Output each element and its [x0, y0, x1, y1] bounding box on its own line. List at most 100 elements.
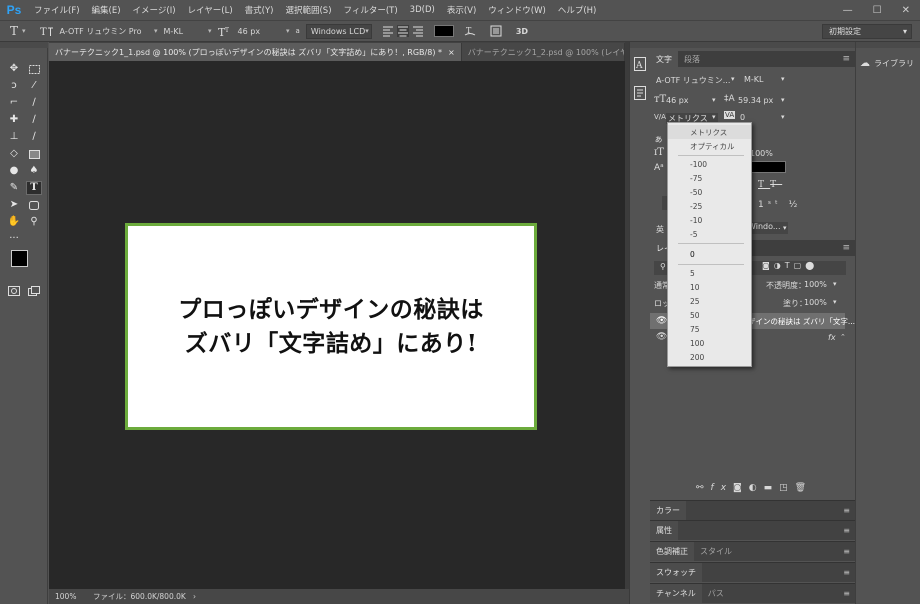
eraser-tool-icon[interactable]: ◇ — [6, 147, 22, 161]
kerning-option-zero[interactable]: 0 — [668, 247, 751, 261]
marquee-tool-icon[interactable] — [26, 62, 42, 76]
document-canvas[interactable]: プロっぽいデザインの秘訣は ズバリ「文字詰め」にあり! — [49, 61, 625, 589]
chevron-down-icon[interactable]: ▾ — [781, 75, 785, 83]
kerning-option-minus50[interactable]: -50 — [668, 185, 751, 199]
font-size-select[interactable]: 46 px ▾ — [238, 23, 290, 39]
chevron-down-icon[interactable]: ▾ — [712, 96, 716, 104]
align-right-icon[interactable] — [412, 25, 424, 37]
panel-menu-icon[interactable]: ≡ — [842, 54, 855, 64]
dodge-tool-icon[interactable]: ♠ — [26, 164, 42, 178]
color-panel-tab[interactable]: カラー ≡ — [650, 500, 855, 520]
fraction-buttons[interactable]: 1ˢᵗ ½ — [758, 200, 801, 210]
menu-view[interactable]: 表示(V) — [441, 4, 482, 16]
kerning-option-minus5[interactable]: -5 — [668, 227, 751, 241]
align-left-icon[interactable] — [382, 25, 394, 37]
opacity-field[interactable]: 100% — [804, 280, 827, 289]
char-color-swatch[interactable] — [750, 161, 786, 173]
tab-character[interactable]: 文字 — [650, 51, 678, 67]
eyedropper-icon[interactable]: ∕ — [26, 96, 42, 110]
path-selection-icon[interactable]: ➤ — [6, 198, 22, 212]
new-layer-icon[interactable]: ◳ — [779, 483, 795, 493]
type-tool-icon[interactable]: T — [26, 181, 42, 195]
kerning-option-200[interactable]: 200 — [668, 350, 751, 364]
foreground-color-swatch[interactable] — [11, 250, 28, 267]
screen-mode-icon[interactable] — [26, 284, 42, 298]
kerning-option-10[interactable]: 10 — [668, 280, 751, 294]
minimize-button[interactable]: — — [843, 5, 853, 16]
menu-layer[interactable]: レイヤー(L) — [182, 4, 239, 16]
menu-edit[interactable]: 編集(E) — [86, 4, 127, 16]
tab-paragraph[interactable]: 段落 — [678, 51, 706, 67]
menu-3d[interactable]: 3D(D) — [404, 5, 441, 15]
menu-help[interactable]: ヘルプ(H) — [552, 4, 603, 16]
lasso-tool-icon[interactable]: ↄ — [6, 79, 22, 93]
kerning-option-optical[interactable]: オプティカル — [668, 139, 751, 153]
adjustment-icon[interactable]: ◐ — [749, 483, 764, 493]
panels-toggle-icon[interactable] — [490, 23, 502, 39]
gradient-tool-icon[interactable] — [26, 147, 42, 161]
char-antialias-select[interactable]: Windo... — [746, 222, 788, 234]
menu-image[interactable]: イメージ(I) — [127, 4, 182, 16]
kerning-option-metrics[interactable]: メトリクス — [668, 125, 751, 139]
paragraph-panel-icon[interactable] — [634, 86, 646, 100]
language-select-icon[interactable]: 英 — [656, 224, 664, 235]
chevron-down-icon[interactable]: ▾ — [712, 113, 716, 121]
kerning-option-minus10[interactable]: -10 — [668, 213, 751, 227]
kerning-option-75[interactable]: 75 — [668, 322, 751, 336]
char-scale-field[interactable]: 100% — [750, 149, 773, 158]
fx-icon[interactable]: fx — [711, 483, 734, 493]
3d-button[interactable]: 3D — [516, 23, 528, 39]
char-tracking-field[interactable]: 0 — [740, 113, 745, 122]
maximize-button[interactable]: ☐ — [873, 5, 882, 16]
visibility-eye-icon[interactable]: 👁 — [656, 316, 667, 326]
magic-wand-icon[interactable]: ⁄ — [26, 79, 42, 93]
brush-tool-icon[interactable]: ∕ — [26, 113, 42, 127]
close-tab-icon[interactable]: × — [448, 48, 455, 57]
blur-tool-icon[interactable]: ● — [6, 164, 22, 178]
chevron-down-icon[interactable]: ▾ — [833, 280, 837, 288]
text-style-buttons[interactable]: TT — [758, 180, 782, 190]
hand-tool-icon[interactable]: ✋ — [6, 215, 22, 229]
kerning-option-minus100[interactable]: -100 — [668, 157, 751, 171]
chevron-down-icon[interactable]: ▾ — [783, 224, 787, 232]
char-font-style[interactable]: M-KL — [744, 75, 794, 84]
adjustments-panel-tab[interactable]: 色調補正 スタイル ≡ — [650, 541, 855, 561]
align-center-icon[interactable] — [396, 25, 409, 37]
status-arrow-icon[interactable]: › — [187, 592, 196, 601]
rectangle-tool-icon[interactable] — [26, 198, 42, 212]
zoom-tool-icon[interactable]: ⚲ — [26, 215, 42, 229]
kerning-option-minus75[interactable]: -75 — [668, 171, 751, 185]
menu-window[interactable]: ウィンドウ(W) — [482, 4, 552, 16]
chevron-down-icon[interactable]: ▾ — [731, 75, 735, 83]
fill-field[interactable]: 100% — [804, 298, 827, 307]
move-tool-icon[interactable]: ✥ — [6, 62, 22, 76]
chevron-down-icon[interactable]: ▾ — [833, 298, 837, 306]
font-family-select[interactable]: A-OTF リュウミン Pro ▾ — [60, 23, 158, 39]
library-button[interactable]: ☁ ライブラリ — [860, 58, 914, 69]
mask-icon[interactable]: ◙ — [733, 483, 749, 493]
menu-file[interactable]: ファイル(F) — [28, 4, 86, 16]
kerning-option-50[interactable]: 50 — [668, 308, 751, 322]
zoom-level[interactable]: 100% — [49, 592, 87, 601]
kerning-option-100[interactable]: 100 — [668, 336, 751, 350]
quick-mask-icon[interactable] — [6, 284, 22, 298]
text-color-swatch[interactable] — [433, 23, 454, 39]
type-tool-preset[interactable]: T ▾ — [10, 23, 26, 39]
document-tab-1[interactable]: バナーテクニック1_1.psd @ 100% (プロっぽいデザインの秘訣は ズバ… — [49, 43, 462, 61]
channels-panel-tab[interactable]: チャンネル パス ≡ — [650, 583, 855, 603]
layer-effects-icon[interactable]: fx — [828, 333, 836, 342]
chevron-down-icon[interactable]: ▾ — [781, 113, 785, 121]
chevron-up-icon[interactable]: ⌃ — [840, 333, 846, 341]
visibility-eye-icon[interactable]: 👁 — [656, 332, 667, 342]
workspace-select[interactable]: 初期設定 ▾ — [822, 24, 912, 39]
kerning-option-25[interactable]: 25 — [668, 294, 751, 308]
more-tools-icon[interactable]: ··· — [6, 232, 22, 246]
pen-tool-icon[interactable]: ✎ — [6, 181, 22, 195]
trash-icon[interactable]: 🗑 — [795, 483, 813, 493]
orientation-toggle-icon[interactable]: T — [40, 23, 54, 39]
history-brush-icon[interactable]: ∕ — [26, 130, 42, 144]
link-icon[interactable]: ⚯ — [696, 483, 711, 493]
kerning-option-5[interactable]: 5 — [668, 266, 751, 280]
warp-text-icon[interactable]: T — [464, 23, 476, 39]
folder-icon[interactable]: ▬ — [764, 483, 780, 493]
